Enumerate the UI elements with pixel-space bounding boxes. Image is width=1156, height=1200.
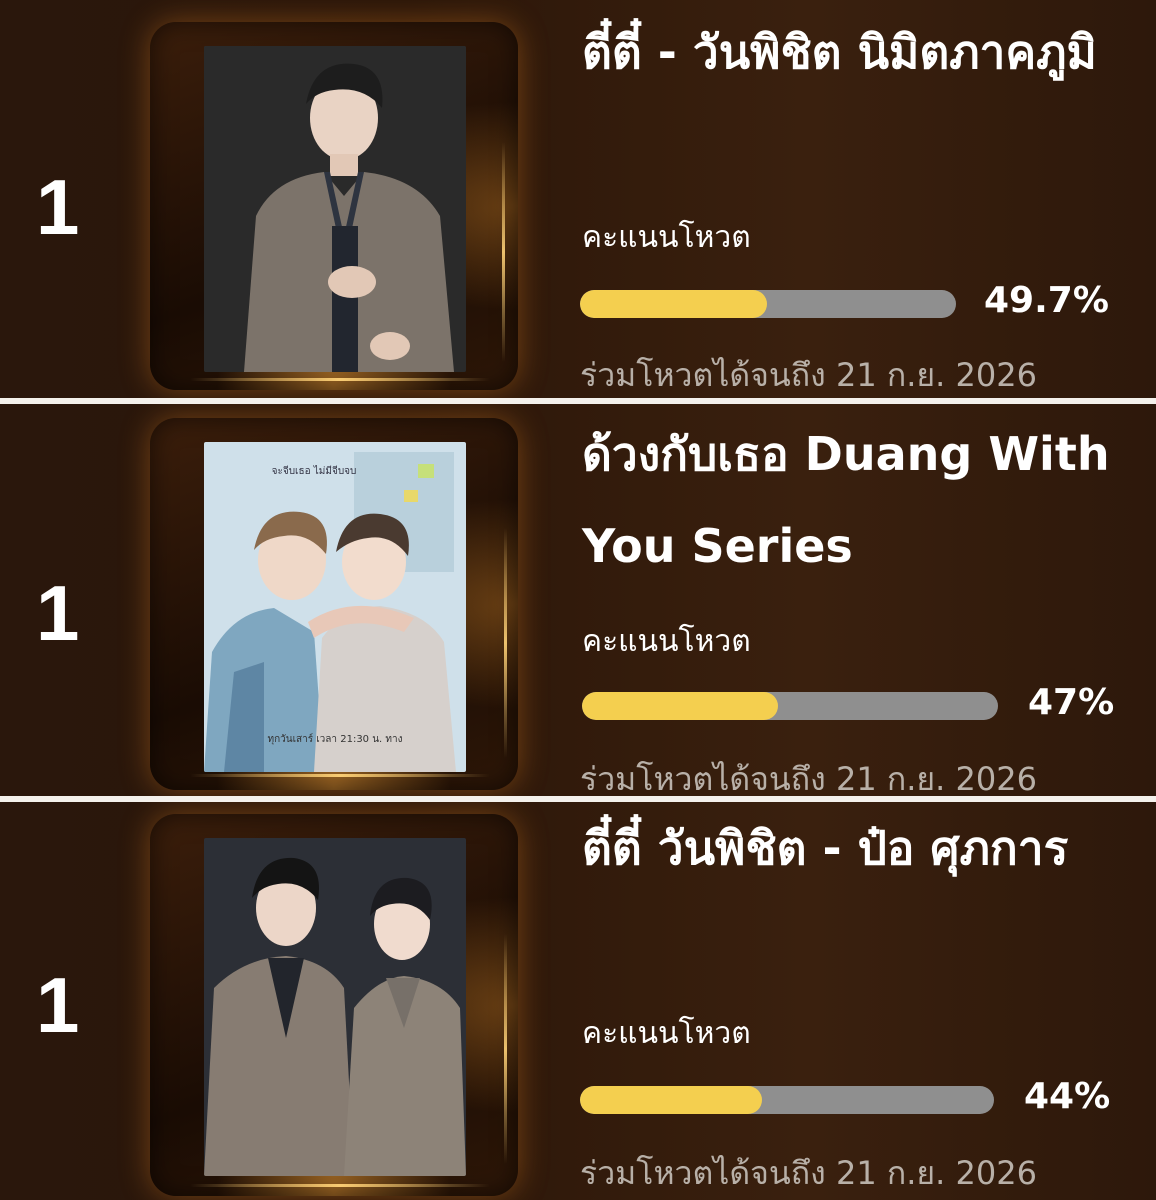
entry-title: ด้วงกับเธอ Duang With You Series [582,427,1110,573]
vote-percent: 47% [1028,682,1115,723]
vote-deadline: ร่วมโหวตได้จนถึง 21 ก.ย. 2026 [580,1154,1037,1192]
vote-progress-fill [580,290,767,318]
vote-label: คะแนนโหวต [582,1016,751,1051]
photo-frame [150,814,518,1196]
series-poster-icon[interactable]: ทุกวันเสาร์ เวลา 21:30 น. ทาง จะจีบเธอ ไ… [204,442,466,772]
vote-progress-fill [582,692,778,720]
vote-card[interactable]: 1 [0,404,1156,796]
entry-title: ตี๋ตี๋ วันพิชิต - ป๋อ ศุภการ [582,821,1069,875]
photo-frame: ทุกวันเสาร์ เวลา 21:30 น. ทาง จะจีบเธอ ไ… [150,418,518,790]
rank-number: 1 [36,961,80,1049]
vote-deadline: ร่วมโหวตได้จนถึง 21 ก.ย. 2026 [580,356,1037,394]
rank-number: 1 [36,163,80,251]
vote-label: คะแนนโหวต [582,624,751,659]
vote-progress-fill [580,1086,763,1114]
poster-footer-text: ทุกวันเสาร์ เวลา 21:30 น. ทาง [267,733,402,745]
vote-deadline: ร่วมโหวตได้จนถึง 21 ก.ย. 2026 [580,760,1037,796]
vote-label: คะแนนโหวต [582,220,751,255]
vote-progress-bar [580,290,956,318]
duo-portrait-photo-icon[interactable] [204,838,466,1176]
poster-header-text: จะจีบเธอ ไม่มีจีบจบ [272,465,357,477]
vote-card[interactable]: 1 [0,0,1156,398]
photo-frame [150,22,518,390]
vote-percent: 49.7% [984,280,1109,321]
vote-card[interactable]: 1 ตี๋ตี๋ วันพิชิต - ป๋อ ศุภการ คะแนนโหวต… [0,802,1156,1200]
rank-number: 1 [36,569,80,657]
vote-ranking-list: 1 ตี๋ตี๋ - วันพิชิต นิมิตภาคภูมิ คะแนนโห… [0,0,1156,1200]
vote-progress-bar [582,692,998,720]
portrait-photo-icon[interactable] [204,46,466,372]
vote-progress-bar [580,1086,994,1114]
vote-percent: 44% [1024,1076,1111,1117]
entry-title: ตี๋ตี๋ - วันพิชิต นิมิตภาคภูมิ [582,25,1097,79]
